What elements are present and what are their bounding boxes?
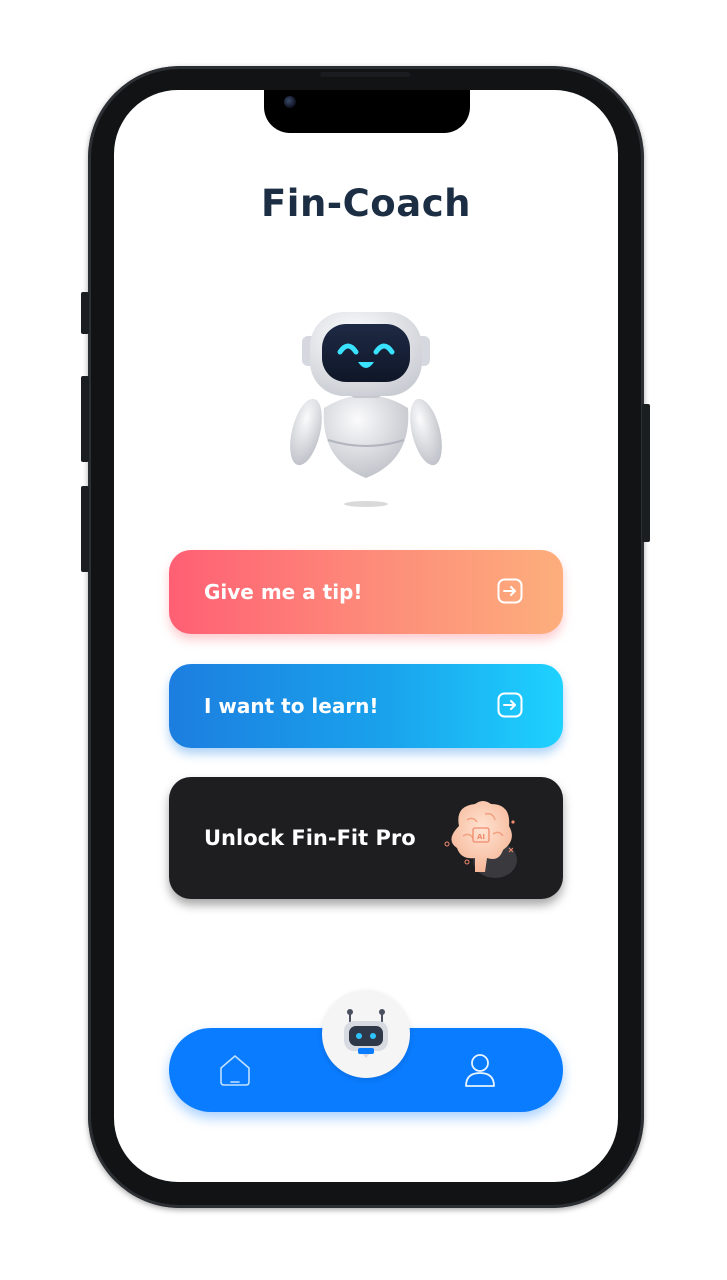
power-button — [642, 404, 650, 542]
give-tip-label: Give me a tip! — [204, 580, 363, 604]
unlock-pro-label: Unlock Fin-Fit Pro — [204, 826, 416, 850]
ai-brain-icon: AI — [444, 801, 517, 878]
give-tip-button[interactable]: Give me a tip! — [169, 550, 563, 634]
volume-down-button — [81, 486, 89, 572]
page-title: Fin-Coach — [261, 182, 471, 225]
learn-label: I want to learn! — [204, 694, 379, 718]
profile-icon[interactable] — [463, 1052, 497, 1088]
home-icon[interactable] — [217, 1052, 253, 1088]
chatbot-icon — [344, 1009, 388, 1058]
notch — [264, 90, 470, 133]
mute-switch — [81, 292, 89, 334]
app-screen: Fin-Coach Give me a tip! I want to learn… — [114, 90, 618, 1182]
arrow-right-square-icon — [497, 692, 523, 718]
unlock-pro-button[interactable]: Unlock Fin-Fit Pro AI — [169, 777, 563, 899]
learn-button[interactable]: I want to learn! — [169, 664, 563, 748]
front-camera — [284, 96, 296, 108]
volume-up-button — [81, 376, 89, 462]
chatbot-nav-button[interactable] — [322, 990, 410, 1078]
arrow-right-square-icon — [497, 578, 523, 604]
speaker-grille — [320, 72, 410, 77]
robot-mascot-illustration — [290, 312, 442, 507]
ai-badge-text: AI — [477, 833, 485, 841]
